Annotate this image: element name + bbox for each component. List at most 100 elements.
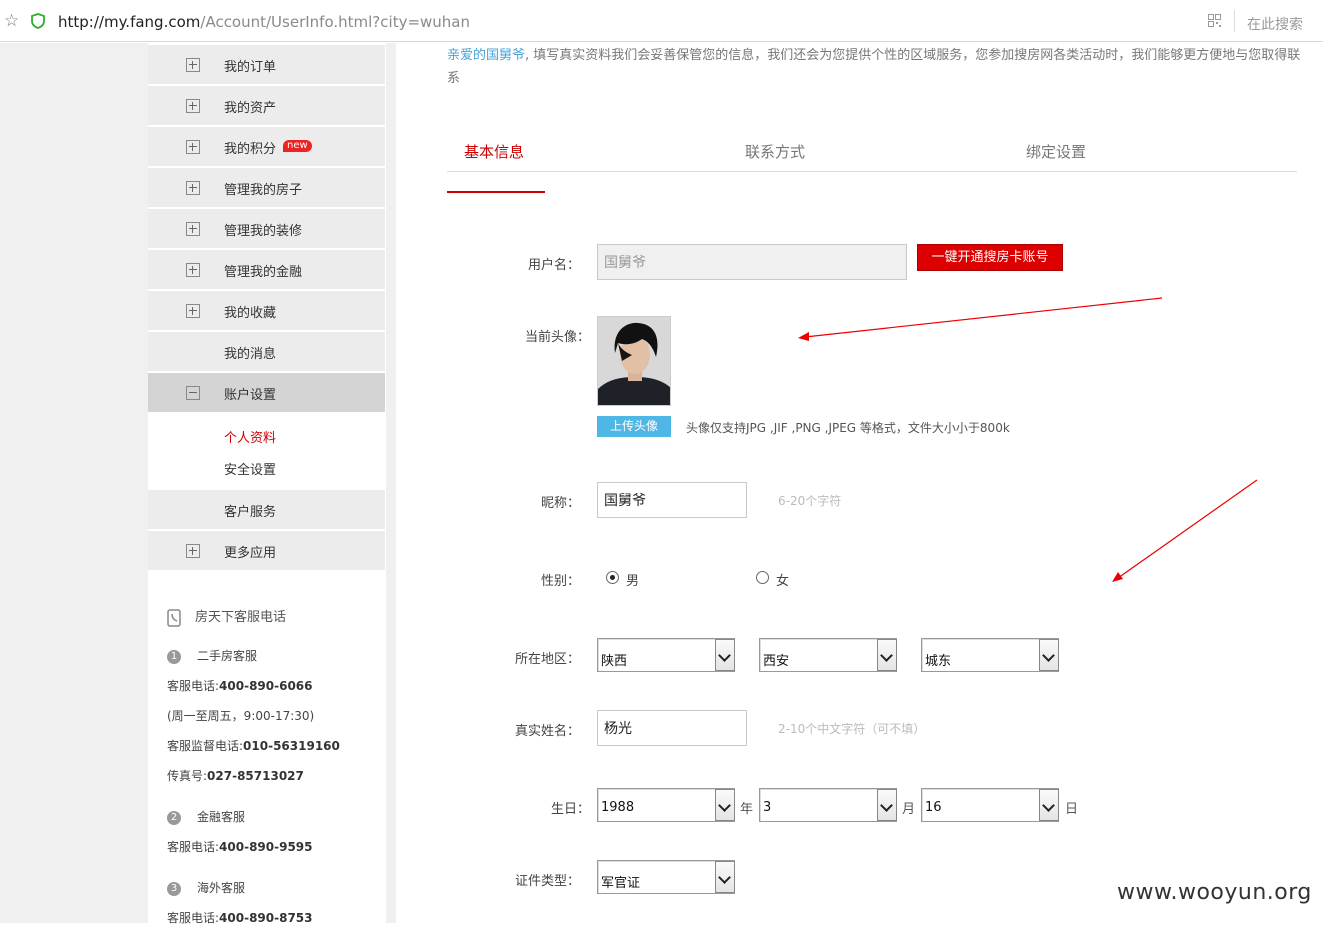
sidebar-subitem-profile[interactable]: 个人资料 [224, 427, 276, 446]
nickname-hint: 6-20个字符 [778, 494, 842, 508]
gender-male-radio[interactable] [606, 571, 619, 584]
number-1-icon: 1 [167, 649, 181, 664]
sidebar-item-orders[interactable]: 我的订单 [148, 45, 385, 85]
url-path: /Account/UserInfo.html?city=wuhan [200, 13, 470, 31]
sidebar-item-more-apps[interactable]: 更多应用 [148, 531, 385, 571]
service-phone-line: 客服电话:400-890-9595 [167, 838, 313, 855]
sidebar-item-points[interactable]: 我的积分 new [148, 127, 385, 167]
sidebar-item-label: 客户服务 [224, 505, 277, 520]
realname-input[interactable]: 杨光 [597, 710, 747, 746]
birth-day-select[interactable]: 16 [921, 788, 1059, 822]
arrowhead-avatar [798, 332, 809, 341]
bookmark-star-icon[interactable]: ☆ [4, 11, 19, 31]
url-field[interactable]: http://my.fang.com/Account/UserInfo.html… [58, 13, 470, 31]
sidebar-item-customer-service[interactable]: 客户服务 [148, 490, 385, 530]
chevron-down-icon [1039, 639, 1059, 671]
sidebar-item-account-settings[interactable]: 账户设置 [148, 373, 385, 413]
expand-plus-icon [186, 544, 200, 558]
service-hours: (周一至周五，9:00-17:30) [167, 709, 315, 723]
expand-plus-icon [186, 304, 200, 318]
sidebar-item-label: 我的消息 [224, 347, 277, 362]
sidebar-item-manage-decoration[interactable]: 管理我的装修 [148, 209, 385, 249]
intro-body: , 填写真实资料我们会妥善保管您的信息，我们还会为您提供个性的区域服务，您参加搜… [447, 48, 1301, 86]
realname-hint: 2-10个中文字符（可不填） [778, 722, 926, 736]
number-2-icon: 2 [167, 810, 181, 825]
service-value: 400-890-9595 [219, 840, 313, 854]
select-value: 16 [925, 800, 942, 815]
collapse-minus-icon [186, 386, 200, 400]
expand-plus-icon [186, 58, 200, 72]
sidebar-subitem-security[interactable]: 安全设置 [224, 459, 276, 478]
chevron-down-icon [1039, 789, 1059, 821]
service-supervise-line: 客服监督电话:010-56319160 [167, 737, 340, 754]
service-label: 传真号: [167, 769, 208, 783]
watermark: www.wooyun.org [1117, 880, 1312, 905]
page-background-left [0, 43, 148, 923]
username-field: 国舅爷 [597, 244, 907, 280]
intro-text: 亲爱的国舅爷, 填写真实资料我们会妥善保管您的信息，我们还会为您提供个性的区域服… [447, 44, 1302, 90]
tab-basic-info[interactable]: 基本信息 [464, 141, 524, 162]
open-card-account-button[interactable]: 一键开通搜房卡账号 [917, 244, 1063, 271]
expand-plus-icon [186, 222, 200, 236]
sidebar-item-favorites[interactable]: 我的收藏 [148, 291, 385, 331]
browser-search-box[interactable]: 在此搜索 [1247, 14, 1303, 34]
browser-address-bar: ☆ http://my.fang.com/Account/UserInfo.ht… [0, 0, 1323, 42]
arrowhead-gender [1112, 572, 1123, 582]
sidebar-item-assets[interactable]: 我的资产 [148, 86, 385, 126]
sidebar-item-manage-finance[interactable]: 管理我的金融 [148, 250, 385, 290]
avatar-label: 当前头像： [524, 330, 590, 345]
sidebar-item-label: 账户设置 [224, 388, 277, 403]
service-group-title: 1 二手房客服 [167, 647, 257, 664]
service-phone-line: 客服电话:400-890-6066 [167, 677, 313, 694]
select-value: 陕西 [601, 654, 628, 669]
select-value: 西安 [763, 654, 790, 669]
annotation-arrow-avatar [804, 297, 1163, 338]
sidebar-item-label: 我的积分 [224, 142, 277, 157]
gender-female-radio[interactable] [756, 571, 769, 584]
security-shield-icon [31, 13, 45, 29]
id-type-select[interactable]: 军官证 [597, 860, 735, 894]
service-label: 客服监督电话: [167, 739, 244, 753]
city-select[interactable]: 西安 [759, 638, 897, 672]
upload-avatar-button[interactable]: 上传头像 [597, 416, 671, 437]
service-group-name: 海外客服 [197, 881, 246, 895]
sidebar-item-label: 管理我的房子 [224, 183, 303, 198]
sidebar-item-label: 管理我的装修 [224, 224, 303, 239]
chevron-down-icon [715, 789, 735, 821]
expand-plus-icon [186, 263, 200, 277]
realname-label: 真实姓名： [514, 724, 580, 739]
chevron-down-icon [715, 639, 735, 671]
sidebar-item-label: 更多应用 [224, 546, 277, 561]
sidebar-item-manage-house[interactable]: 管理我的房子 [148, 168, 385, 208]
service-value: 400-890-6066 [219, 679, 313, 693]
birth-year-select[interactable]: 1988 [597, 788, 735, 822]
avatar [597, 316, 671, 406]
qrcode-icon[interactable] [1208, 14, 1221, 27]
url-host: http://my.fang.com [58, 13, 201, 31]
sidebar-item-messages[interactable]: 我的消息 [148, 332, 385, 372]
sidebar-item-label: 管理我的金融 [224, 265, 303, 280]
service-value: 010-56319160 [243, 739, 340, 753]
service-phone-heading: 房天下客服电话 [167, 606, 286, 627]
tab-binding[interactable]: 绑定设置 [1026, 141, 1086, 162]
year-unit: 年 [740, 802, 754, 817]
service-fax-line: 传真号:027-85713027 [167, 767, 304, 784]
service-group-name: 金融客服 [197, 810, 246, 824]
district-select[interactable]: 城东 [921, 638, 1059, 672]
chevron-down-icon [877, 789, 897, 821]
birth-month-select[interactable]: 3 [759, 788, 897, 822]
nickname-input[interactable]: 国舅爷 [597, 482, 747, 518]
tab-contact[interactable]: 联系方式 [745, 141, 805, 162]
service-label: 客服电话: [167, 840, 220, 854]
toolbar-separator [1234, 10, 1235, 32]
chevron-down-icon [715, 861, 735, 893]
province-select[interactable]: 陕西 [597, 638, 735, 672]
select-value: 城东 [925, 654, 952, 669]
sidebar: 我的订单 我的资产 我的积分 new 管理我的房子 管理我的装修 管理我的金融 … [148, 43, 386, 925]
active-tab-indicator [447, 191, 545, 193]
service-heading-text: 房天下客服电话 [195, 610, 287, 625]
select-value: 1988 [601, 800, 635, 815]
greeting-link[interactable]: 亲爱的国舅爷 [447, 48, 525, 63]
profile-tabs: 基本信息 联系方式 绑定设置 [447, 137, 1297, 172]
gender-label: 性别： [540, 574, 580, 589]
